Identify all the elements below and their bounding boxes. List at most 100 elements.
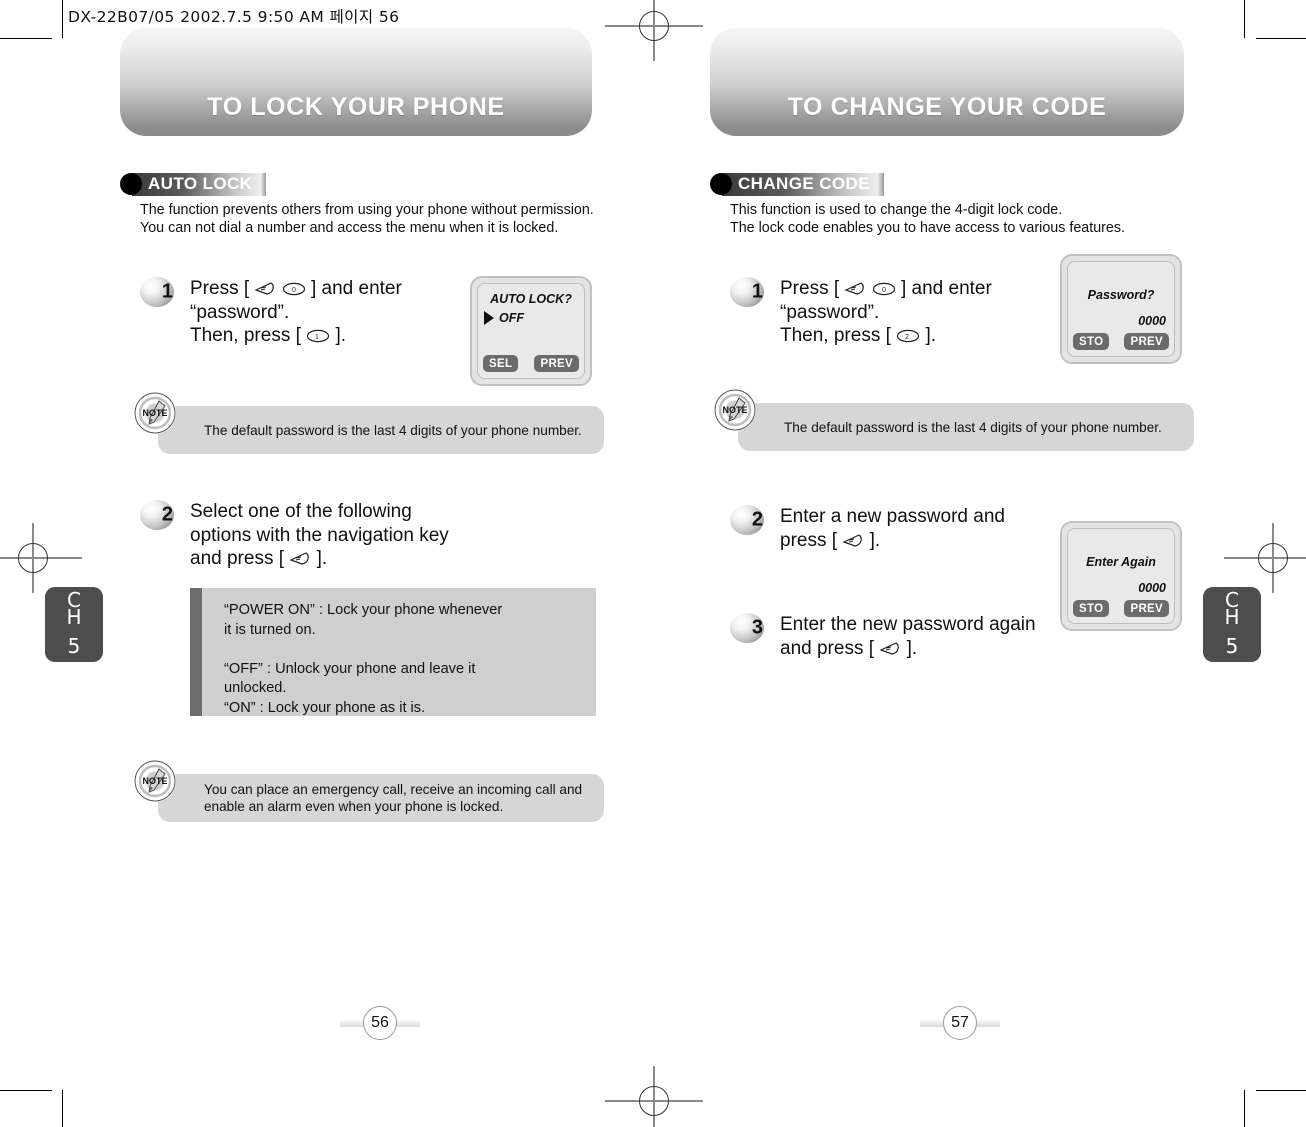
send-key-icon — [879, 641, 901, 656]
svg-text:NOTE: NOTE — [142, 776, 167, 786]
svg-text:0: 0 — [292, 287, 296, 294]
left-note-2: You can place an emergency call, receive… — [134, 760, 604, 822]
softkey-prev[interactable]: PREV — [1124, 600, 1169, 617]
step-body: Select one of the following options with… — [190, 500, 449, 571]
step-body: Enter the new password again and press [… — [780, 613, 1036, 660]
right-lcd-display-2: Enter Again 0000 STO PREV — [1060, 521, 1182, 631]
right-page-number: 57 — [920, 1006, 1000, 1040]
step-body: Press [ 0 ] and enter “password”. Then, … — [190, 277, 402, 348]
lcd-title: Password? — [1087, 288, 1155, 302]
lcd-value: 0000 — [1138, 581, 1166, 595]
right-lcd-display-1: Password? 0000 STO PREV — [1060, 254, 1182, 364]
step-number-badge: 1 — [140, 277, 174, 307]
registration-mark-right — [1224, 523, 1306, 593]
lcd-value: 0000 — [1138, 314, 1166, 328]
page-number-wing-right — [974, 1019, 1000, 1027]
right-page-title: TO CHANGE YOUR CODE — [787, 93, 1107, 121]
page-number-value: 57 — [943, 1006, 977, 1040]
chapter-tab-label: C H — [1224, 587, 1240, 629]
left-intro-paragraph: The function prevents others from using … — [140, 202, 594, 236]
lcd-screen: Password? 0000 STO PREV — [1067, 261, 1175, 357]
chapter-tab-right: C H 5 — [1203, 587, 1261, 662]
manual-spread: DX-22B07/05 2002.7.5 9:50 AM 페이지 56 TO L… — [0, 0, 1306, 1127]
note-badge-icon: NOTE — [134, 392, 176, 434]
step-number-badge: 2 — [730, 505, 764, 535]
section-label: AUTO LOCK — [148, 174, 253, 193]
chapter-tab-number: 5 — [67, 633, 81, 658]
crop-mark-br-h — [1256, 1090, 1306, 1091]
step-text-part-1: Press [ — [190, 278, 250, 299]
right-page: TO CHANGE YOUR CODE CHANGE CODE This fun… — [652, 0, 1252, 1127]
note-bubble: The default password is the last 4 digit… — [158, 406, 604, 454]
crop-mark-bl-h — [0, 1090, 52, 1091]
step-number: 2 — [751, 508, 763, 531]
send-key-icon — [842, 533, 864, 548]
send-key-icon — [289, 551, 311, 566]
zero-key-icon: 0 — [282, 282, 306, 296]
bullet-dot-icon — [710, 173, 732, 195]
svg-text:0: 0 — [882, 287, 886, 294]
section-header-auto-lock: AUTO LOCK — [120, 172, 267, 196]
chapter-tab-number: 5 — [1225, 633, 1239, 658]
step-text-part-2: ]. — [906, 637, 918, 659]
softkey-sto[interactable]: STO — [1073, 333, 1110, 350]
step-text-part-1: Enter a new password and press [ — [780, 506, 1005, 551]
step-number: 3 — [751, 616, 763, 639]
note-text: You can place an emergency call, receive… — [204, 782, 583, 814]
softkey-prev[interactable]: PREV — [534, 355, 579, 372]
lcd-row-label: OFF — [499, 311, 524, 325]
lcd-selected-row: OFF — [484, 311, 524, 325]
section-header-change-code: CHANGE CODE — [710, 172, 884, 196]
zero-key-icon: 0 — [872, 282, 896, 296]
step-number: 1 — [161, 280, 173, 303]
left-options-box: “POWER ON” : Lock your phone whenever it… — [190, 588, 596, 716]
right-note-1: The default password is the last 4 digit… — [714, 389, 1194, 451]
selection-caret-icon — [484, 311, 494, 325]
lcd-title: Enter Again — [1086, 555, 1156, 569]
lcd-screen: AUTO LOCK? OFF SEL PREV — [477, 283, 585, 379]
lcd-title: AUTO LOCK? — [490, 292, 572, 306]
one-key-icon: 1 — [306, 329, 330, 343]
step-number-badge: 1 — [730, 277, 764, 307]
options-text: “POWER ON” : Lock your phone whenever it… — [224, 602, 503, 716]
svg-text:NOTE: NOTE — [142, 408, 167, 418]
svg-text:NOTE: NOTE — [722, 405, 747, 415]
send-key-icon — [254, 281, 276, 296]
note-bubble: You can place an emergency call, receive… — [158, 774, 604, 822]
step-text-part-2: ]. — [316, 548, 328, 569]
note-text: The default password is the last 4 digit… — [204, 422, 582, 438]
softkey-prev[interactable]: PREV — [1124, 333, 1169, 350]
softkey-sto[interactable]: STO — [1073, 600, 1110, 617]
step-text-part-2: ]. — [869, 529, 881, 551]
step-text-part-3: ]. — [335, 325, 347, 346]
send-key-icon — [844, 281, 866, 296]
step-number: 1 — [751, 280, 763, 303]
chapter-tab-label: C H — [66, 587, 82, 629]
step-number: 2 — [161, 503, 173, 526]
step-number-badge: 3 — [730, 613, 764, 643]
note-badge-icon: NOTE — [714, 389, 756, 431]
left-note-1: The default password is the last 4 digit… — [134, 392, 604, 454]
page-number-value: 56 — [363, 1006, 397, 1040]
right-page-banner: TO CHANGE YOUR CODE — [710, 28, 1184, 136]
softkey-sel[interactable]: SEL — [483, 355, 519, 372]
step-body: Enter a new password and press [ ]. — [780, 505, 1005, 552]
left-page: TO LOCK YOUR PHONE AUTO LOCK The functio… — [62, 0, 662, 1127]
note-text: The default password is the last 4 digit… — [784, 419, 1162, 435]
right-intro-paragraph: This function is used to change the 4-di… — [730, 202, 1125, 236]
crop-mark-tr-h — [1256, 38, 1306, 39]
left-page-title: TO LOCK YOUR PHONE — [207, 93, 505, 121]
chapter-tab-left: C H 5 — [45, 587, 103, 662]
step-text-part-3: ]. — [925, 325, 937, 346]
note-bubble: The default password is the last 4 digit… — [738, 403, 1194, 451]
left-lcd-display: AUTO LOCK? OFF SEL PREV — [470, 276, 592, 386]
section-label: CHANGE CODE — [738, 174, 870, 193]
note-badge-icon: NOTE — [134, 760, 176, 802]
crop-mark-tl-h — [0, 38, 52, 39]
svg-text:1: 1 — [315, 334, 319, 341]
svg-text:2: 2 — [905, 334, 909, 341]
bullet-dot-icon — [120, 173, 142, 195]
step-text-part-1: Press [ — [780, 278, 840, 299]
registration-mark-left — [0, 523, 82, 593]
left-page-banner: TO LOCK YOUR PHONE — [120, 28, 592, 136]
